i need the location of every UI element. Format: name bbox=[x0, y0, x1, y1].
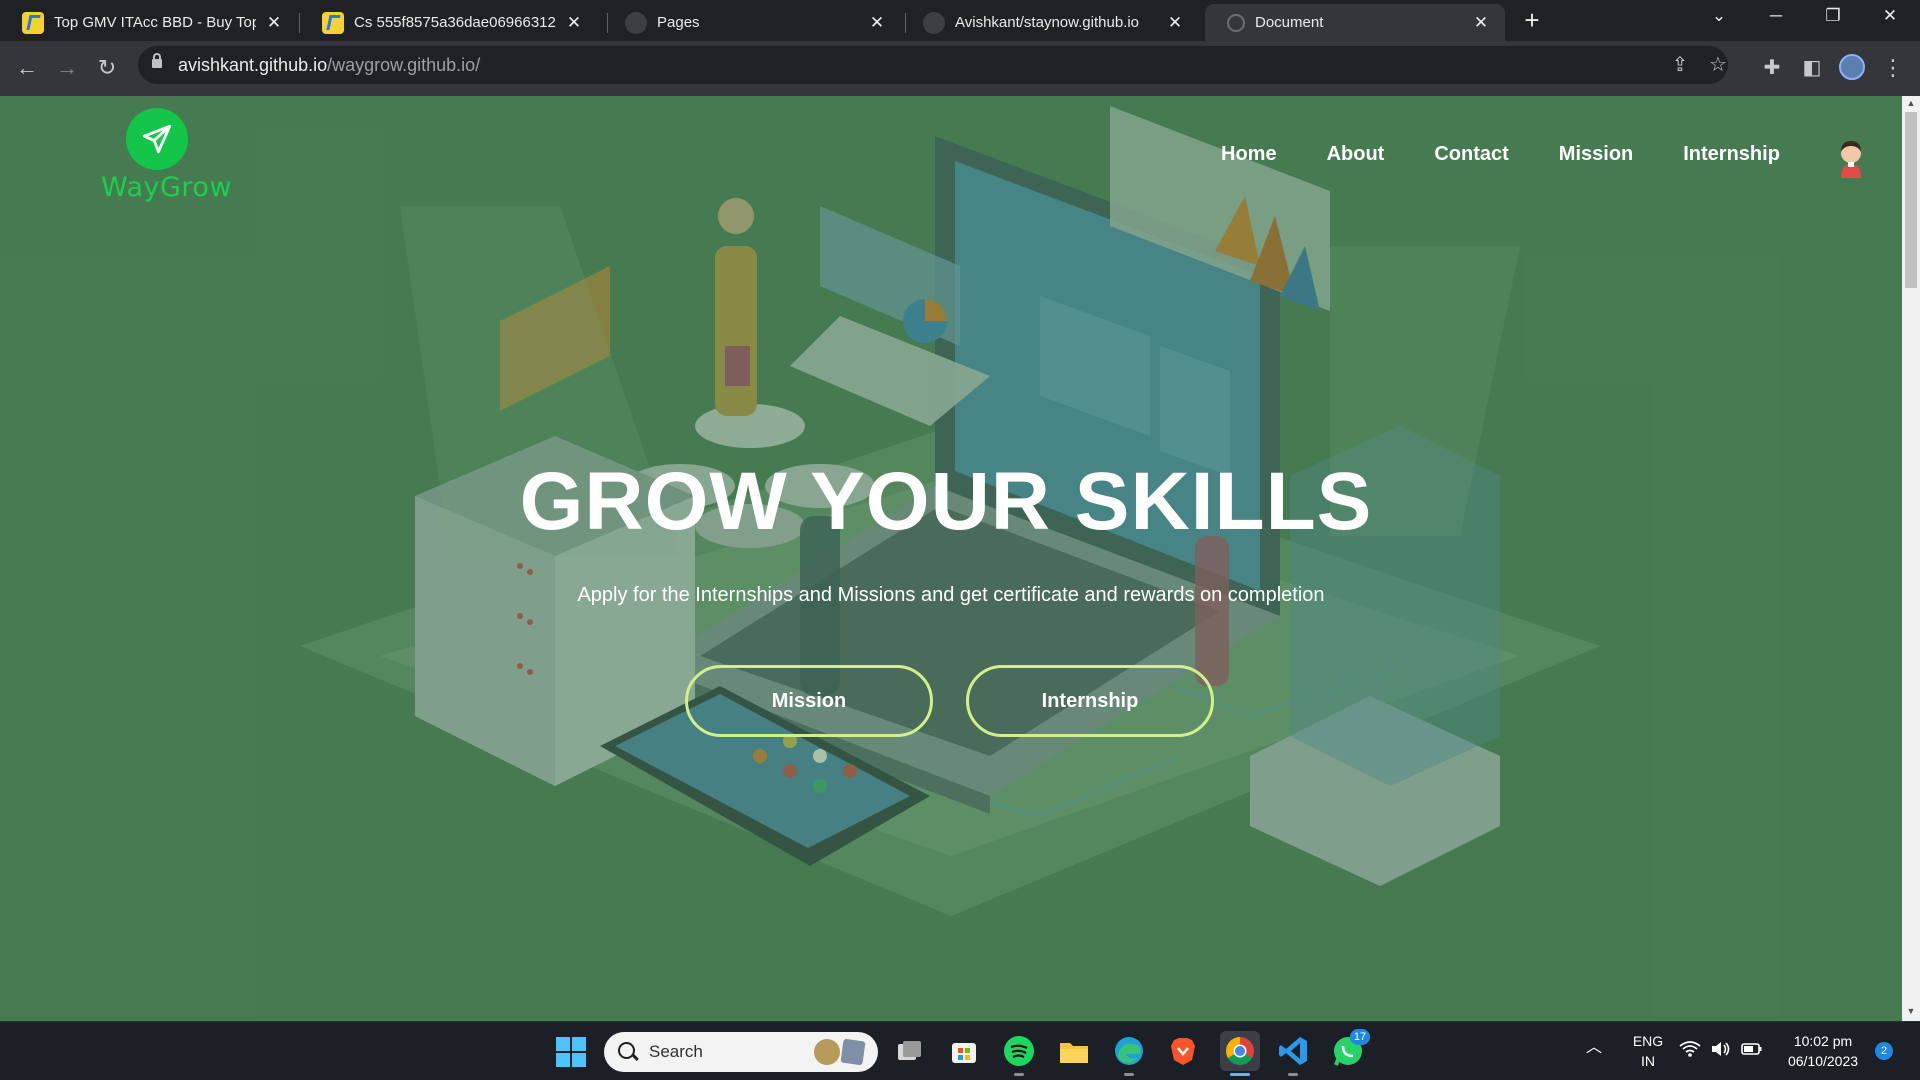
page-scrollbar[interactable]: ▲ ▼ bbox=[1902, 96, 1920, 1021]
volume-icon[interactable] bbox=[1710, 1040, 1732, 1063]
globe-icon bbox=[1227, 13, 1245, 32]
extensions-puzzle-icon[interactable]: ✚ bbox=[1757, 53, 1787, 83]
clock-date: 06/10/2023 bbox=[1787, 1053, 1859, 1069]
chrome-icon[interactable] bbox=[1220, 1031, 1260, 1071]
battery-icon[interactable] bbox=[1741, 1040, 1763, 1063]
side-panel-icon[interactable]: ◧ bbox=[1797, 53, 1827, 83]
clock-time: 10:02 pm bbox=[1793, 1033, 1853, 1049]
share-icon[interactable]: ⇪ bbox=[1666, 52, 1694, 77]
profile-avatar[interactable] bbox=[1839, 54, 1865, 80]
taskbar-search[interactable]: Search bbox=[604, 1032, 878, 1072]
close-icon[interactable]: ✕ bbox=[264, 13, 284, 33]
tab-pages[interactable]: Pages ✕ bbox=[603, 4, 901, 41]
language-indicator[interactable]: ENG IN bbox=[1628, 1031, 1668, 1071]
window-close-icon[interactable]: ✕ bbox=[1870, 6, 1910, 26]
running-indicator bbox=[1124, 1073, 1134, 1076]
github-icon bbox=[625, 11, 647, 34]
tab-flipkart-2[interactable]: Cs 555f8575a36dae0696631203 ✕ bbox=[300, 4, 598, 41]
show-hidden-icons-chevron-icon[interactable]: ︿ bbox=[1586, 1038, 1602, 1058]
page-viewport: WayGrow Home About Contact Mission Inter… bbox=[0, 96, 1902, 1021]
tab-title: Pages bbox=[657, 14, 700, 31]
paper-plane-icon bbox=[142, 124, 172, 154]
lock-icon[interactable] bbox=[152, 53, 162, 68]
region-code: IN bbox=[1641, 1053, 1655, 1069]
url-text[interactable]: avishkant.github.io/waygrow.github.io/ bbox=[178, 55, 480, 76]
hero-subtitle: Apply for the Internships and Missions a… bbox=[577, 584, 1325, 606]
scroll-down-arrow-icon[interactable]: ▼ bbox=[1902, 1006, 1920, 1016]
logo-text[interactable]: WayGrow bbox=[101, 172, 232, 203]
brave-icon[interactable] bbox=[1166, 1034, 1200, 1068]
reload-icon[interactable]: ↻ bbox=[92, 53, 122, 83]
main-nav: Home About Contact Mission Internship bbox=[1221, 143, 1830, 173]
address-bar[interactable]: avishkant.github.io/waygrow.github.io/ ⇪… bbox=[138, 46, 1728, 84]
flipkart-icon bbox=[22, 11, 44, 34]
browser-toolbar: ← → ↻ avishkant.github.io/waygrow.github… bbox=[0, 41, 1920, 96]
running-indicator bbox=[1014, 1073, 1024, 1076]
nav-mission[interactable]: Mission bbox=[1559, 143, 1633, 173]
more-menu-icon[interactable]: ⋮ bbox=[1878, 53, 1908, 83]
wifi-icon[interactable] bbox=[1679, 1040, 1701, 1063]
hero-title: GROW YOUR SKILLS bbox=[519, 456, 1373, 547]
nav-internship[interactable]: Internship bbox=[1683, 143, 1780, 173]
tab-document[interactable]: Document ✕ bbox=[1205, 4, 1505, 41]
internship-button[interactable]: Internship bbox=[966, 665, 1214, 737]
edge-icon[interactable] bbox=[1112, 1034, 1146, 1068]
whatsapp-unread-badge: 17 bbox=[1350, 1029, 1370, 1045]
close-icon[interactable]: ✕ bbox=[564, 13, 584, 33]
forward-arrow-icon[interactable]: → bbox=[52, 53, 82, 83]
tab-title: Top GMV ITAcc BBD - Buy Top G bbox=[54, 14, 256, 31]
back-arrow-icon[interactable]: ← bbox=[12, 53, 42, 83]
scrollbar-thumb[interactable] bbox=[1905, 112, 1917, 288]
clock[interactable]: 10:02 pm 06/10/2023 bbox=[1773, 1031, 1873, 1071]
microsoft-store-icon[interactable] bbox=[947, 1034, 981, 1068]
user-avatar-icon[interactable] bbox=[1836, 138, 1866, 178]
task-view-icon[interactable] bbox=[892, 1034, 926, 1068]
logo[interactable] bbox=[126, 108, 188, 170]
nav-about[interactable]: About bbox=[1327, 143, 1385, 173]
flipkart-icon bbox=[322, 11, 344, 34]
vscode-icon[interactable] bbox=[1276, 1034, 1310, 1068]
windows-start-icon[interactable] bbox=[556, 1037, 586, 1067]
search-icon bbox=[618, 1042, 635, 1059]
new-tab-button[interactable]: + bbox=[1519, 7, 1545, 34]
minimize-icon[interactable]: ─ bbox=[1756, 6, 1796, 26]
search-placeholder: Search bbox=[649, 1042, 703, 1061]
active-indicator bbox=[1230, 1073, 1250, 1076]
tab-search-chevron-icon[interactable]: ⌄ bbox=[1699, 6, 1739, 26]
github-icon bbox=[923, 11, 945, 34]
file-explorer-icon[interactable] bbox=[1057, 1034, 1091, 1068]
search-highlight-icon bbox=[814, 1039, 840, 1065]
close-icon[interactable]: ✕ bbox=[867, 13, 887, 33]
language-code: ENG bbox=[1632, 1033, 1664, 1049]
running-indicator bbox=[1288, 1073, 1298, 1076]
windows-taskbar: Search 17 ︿ ENG IN 10:02 pm 06/10/2023 2 bbox=[0, 1021, 1920, 1080]
tab-flipkart-1[interactable]: Top GMV ITAcc BBD - Buy Top G ✕ bbox=[0, 4, 298, 41]
nav-home[interactable]: Home bbox=[1221, 143, 1277, 173]
hero-overlay bbox=[0, 96, 1902, 1021]
tab-title: Avishkant/staynow.github.io bbox=[955, 14, 1140, 31]
notification-badge[interactable]: 2 bbox=[1875, 1042, 1893, 1060]
nav-contact[interactable]: Contact bbox=[1434, 143, 1508, 173]
scroll-up-arrow-icon[interactable]: ▲ bbox=[1902, 98, 1920, 108]
search-highlight-icon bbox=[840, 1038, 866, 1066]
close-icon[interactable]: ✕ bbox=[1165, 13, 1185, 33]
tab-title: Document bbox=[1255, 14, 1324, 31]
tab-title: Cs 555f8575a36dae0696631203 bbox=[354, 14, 556, 31]
tab-staynow[interactable]: Avishkant/staynow.github.io ✕ bbox=[901, 4, 1199, 41]
tab-strip: Top GMV ITAcc BBD - Buy Top G ✕ Cs 555f8… bbox=[0, 0, 1920, 41]
close-icon[interactable]: ✕ bbox=[1471, 13, 1491, 33]
bookmark-star-icon[interactable]: ☆ bbox=[1704, 52, 1732, 77]
restore-icon[interactable]: ❐ bbox=[1813, 6, 1853, 26]
mission-button[interactable]: Mission bbox=[685, 665, 933, 737]
spotify-icon[interactable] bbox=[1002, 1034, 1036, 1068]
